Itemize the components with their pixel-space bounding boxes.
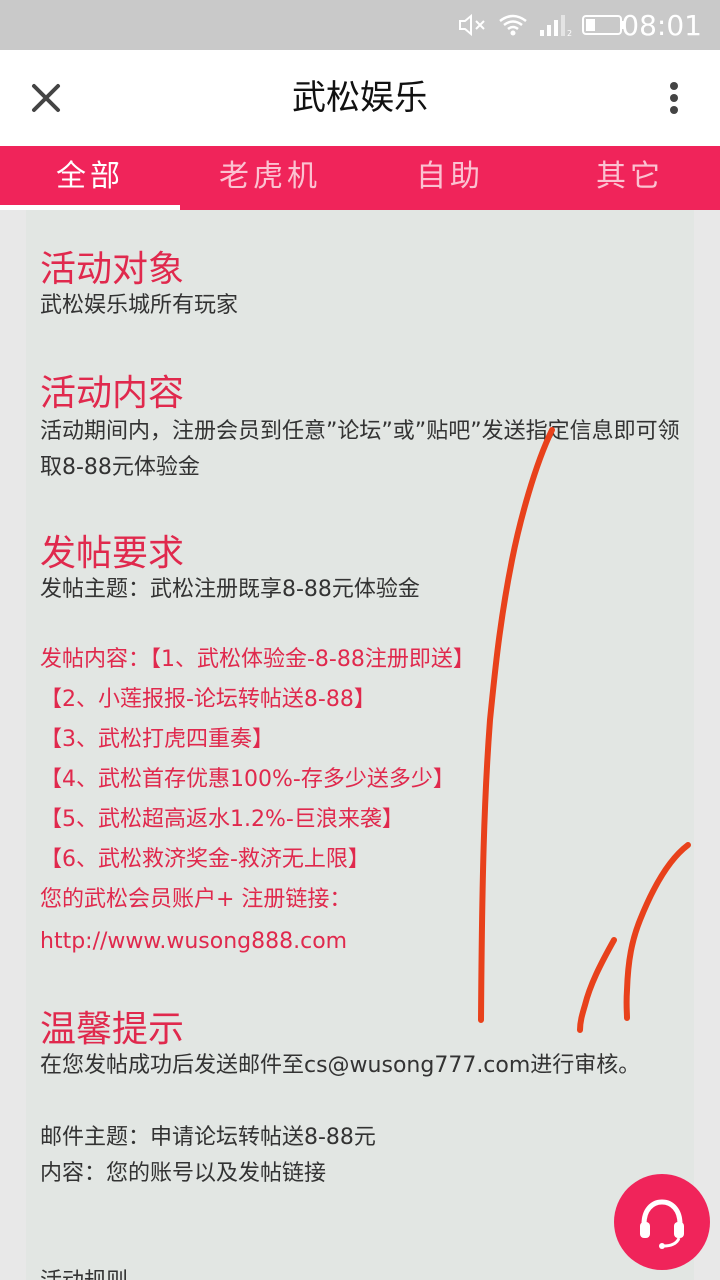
posting-title: 发帖要求 bbox=[40, 533, 185, 574]
more-vert-icon bbox=[670, 82, 678, 114]
status-time: 08:01 bbox=[621, 8, 702, 42]
status-bar: 2 08:01 bbox=[0, 0, 720, 50]
register-link[interactable]: http://www.wusong888.com bbox=[40, 922, 680, 962]
mute-icon bbox=[458, 0, 490, 50]
posting-content-line: 【5、武松超高返水1.2%-巨浪来袭】 bbox=[40, 807, 404, 832]
signal-icon: 2 bbox=[536, 0, 576, 50]
tab-all[interactable]: 全部 bbox=[0, 146, 180, 210]
posting-content-line: 【3、武松打虎四重奏】 bbox=[40, 727, 274, 752]
promotion-card: 活动对象 武松娱乐城所有玩家 活动内容 活动期间内，注册会员到任意”论坛”或”贴… bbox=[26, 210, 694, 1280]
activity-text: 活动期间内，注册会员到任意”论坛”或”贴吧”发送指定信息即可领取8-88元体验金 bbox=[40, 419, 680, 480]
tab-other[interactable]: 其它 bbox=[540, 146, 720, 210]
category-tabs: 全部 老虎机 自助 其它 bbox=[0, 146, 720, 210]
posting-content-line: 发帖内容：【1、武松体验金-8-88注册即送】 bbox=[40, 647, 475, 672]
tips-text: 在您发帖成功后发送邮件至cs@wusong777.com进行审核。 bbox=[40, 1053, 641, 1078]
target-text: 武松娱乐城所有玩家 bbox=[40, 293, 239, 318]
tab-self-service[interactable]: 自助 bbox=[360, 146, 540, 210]
headset-icon bbox=[640, 1199, 684, 1249]
posting-content-line: 【2、小莲报报-论坛转帖送8-88】 bbox=[40, 687, 376, 712]
activity-title: 活动内容 bbox=[40, 373, 185, 414]
posting-content-line: 您的武松会员账户+ 注册链接： bbox=[40, 887, 352, 912]
more-menu-button[interactable] bbox=[654, 74, 694, 122]
mail-subject: 邮件主题：申请论坛转帖送8-88元 bbox=[40, 1125, 376, 1150]
rules-title: 活动规则 bbox=[40, 1264, 680, 1280]
tips-title: 温馨提示 bbox=[40, 1009, 185, 1050]
page-title: 武松娱乐 bbox=[292, 78, 428, 118]
mail-content: 内容：您的账号以及发帖链接 bbox=[40, 1161, 327, 1186]
svg-text:2: 2 bbox=[567, 29, 572, 38]
posting-content-line: 【4、武松首存优惠100%-存多少送多少】 bbox=[40, 767, 455, 792]
posting-subject: 发帖主题：武松注册既享8-88元体验金 bbox=[40, 577, 420, 602]
target-title: 活动对象 bbox=[40, 249, 185, 290]
tab-slots[interactable]: 老虎机 bbox=[180, 146, 360, 210]
customer-support-button[interactable] bbox=[614, 1174, 710, 1270]
wifi-icon bbox=[498, 0, 528, 50]
battery-icon bbox=[582, 0, 626, 50]
posting-content-line: 【6、武松救济奖金-救济无上限】 bbox=[40, 847, 370, 872]
title-bar: 武松娱乐 bbox=[0, 50, 720, 146]
